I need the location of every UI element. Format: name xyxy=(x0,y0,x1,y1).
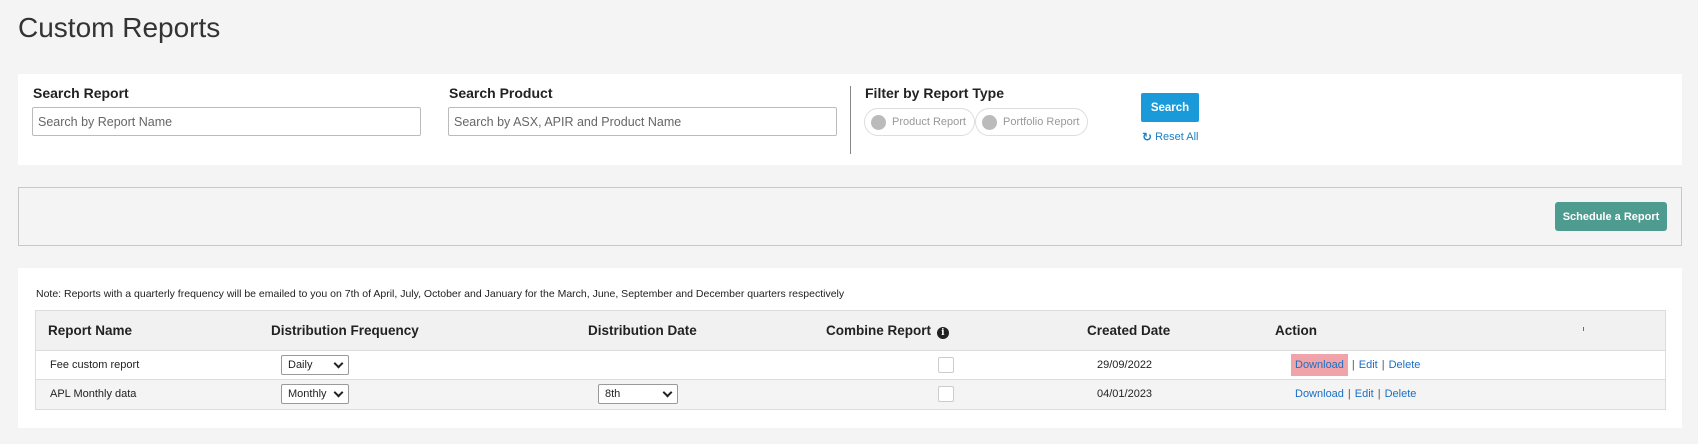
delete-link[interactable]: Delete xyxy=(1385,383,1417,405)
col-distribution-frequency: Distribution Frequency xyxy=(271,323,419,338)
results-panel: Note: Reports with a quarterly frequency… xyxy=(18,268,1682,428)
frequency-select[interactable]: Daily xyxy=(281,355,349,375)
portfolio-report-label: Portfolio Report xyxy=(1003,116,1080,128)
table-row: APL Monthly data Monthly 8th 04/01/2023 … xyxy=(36,380,1665,409)
search-report-input[interactable] xyxy=(32,107,421,136)
reset-all-link[interactable]: ↻ Reset All xyxy=(1142,130,1198,144)
frequency-value: Monthly xyxy=(288,388,327,400)
created-date-cell: 04/01/2023 xyxy=(1097,388,1153,400)
table-row: Fee custom report Daily 29/09/2022 Downl… xyxy=(36,351,1665,380)
distribution-date-select[interactable]: 8th xyxy=(598,384,678,404)
quarterly-note: Note: Reports with a quarterly frequency… xyxy=(36,288,845,300)
chevron-down-icon xyxy=(662,387,673,397)
combine-checkbox[interactable] xyxy=(938,357,954,373)
download-link[interactable]: Download xyxy=(1295,383,1344,405)
refresh-icon: ↻ xyxy=(1142,130,1153,144)
cursor-mark xyxy=(1583,327,1584,331)
product-report-toggle[interactable]: Product Report xyxy=(864,108,975,136)
col-action: Action xyxy=(1275,323,1317,338)
reset-all-label: Reset All xyxy=(1155,131,1199,143)
chevron-down-icon xyxy=(333,358,344,368)
toggle-radio-icon xyxy=(982,114,997,130)
col-report-name: Report Name xyxy=(48,323,133,338)
created-date-cell: 29/09/2022 xyxy=(1097,359,1153,371)
search-button[interactable]: Search xyxy=(1141,93,1199,122)
filter-divider xyxy=(850,86,851,154)
edit-link[interactable]: Edit xyxy=(1355,383,1374,405)
edit-link[interactable]: Edit xyxy=(1359,354,1378,376)
table-header: Report Name Distribution Frequency Distr… xyxy=(36,311,1665,351)
col-created-date: Created Date xyxy=(1087,323,1171,338)
info-icon[interactable]: i xyxy=(936,327,949,339)
reports-table: Report Name Distribution Frequency Distr… xyxy=(35,310,1666,410)
delete-link[interactable]: Delete xyxy=(1389,354,1421,376)
col-distribution-date: Distribution Date xyxy=(588,323,697,338)
frequency-select[interactable]: Monthly xyxy=(281,384,349,404)
row-actions: Download | Edit | Delete xyxy=(1291,354,1421,376)
search-product-label: Search Product xyxy=(449,85,553,101)
search-product-input[interactable] xyxy=(448,107,837,136)
report-type-label: Filter by Report Type xyxy=(865,85,1004,101)
col-combine-report: Combine Report i xyxy=(826,323,949,339)
distribution-date-value: 8th xyxy=(605,388,621,400)
schedule-bar: Schedule a Report xyxy=(18,187,1682,246)
frequency-value: Daily xyxy=(288,359,313,371)
product-report-label: Product Report xyxy=(892,116,966,128)
filter-panel: Search Report Search Product Filter by R… xyxy=(18,74,1682,165)
col-combine-report-label: Combine Report xyxy=(826,323,932,338)
toggle-radio-icon xyxy=(871,114,886,130)
search-report-label: Search Report xyxy=(33,85,129,101)
report-name-cell: APL Monthly data xyxy=(50,388,137,400)
page-title: Custom Reports xyxy=(18,12,221,43)
row-actions: Download | Edit | Delete xyxy=(1295,383,1416,405)
chevron-down-icon xyxy=(333,387,344,397)
portfolio-report-toggle[interactable]: Portfolio Report xyxy=(975,108,1089,136)
combine-checkbox[interactable] xyxy=(938,386,954,402)
report-name-cell: Fee custom report xyxy=(50,359,140,371)
download-link[interactable]: Download xyxy=(1291,354,1348,376)
schedule-report-button[interactable]: Schedule a Report xyxy=(1555,202,1667,231)
